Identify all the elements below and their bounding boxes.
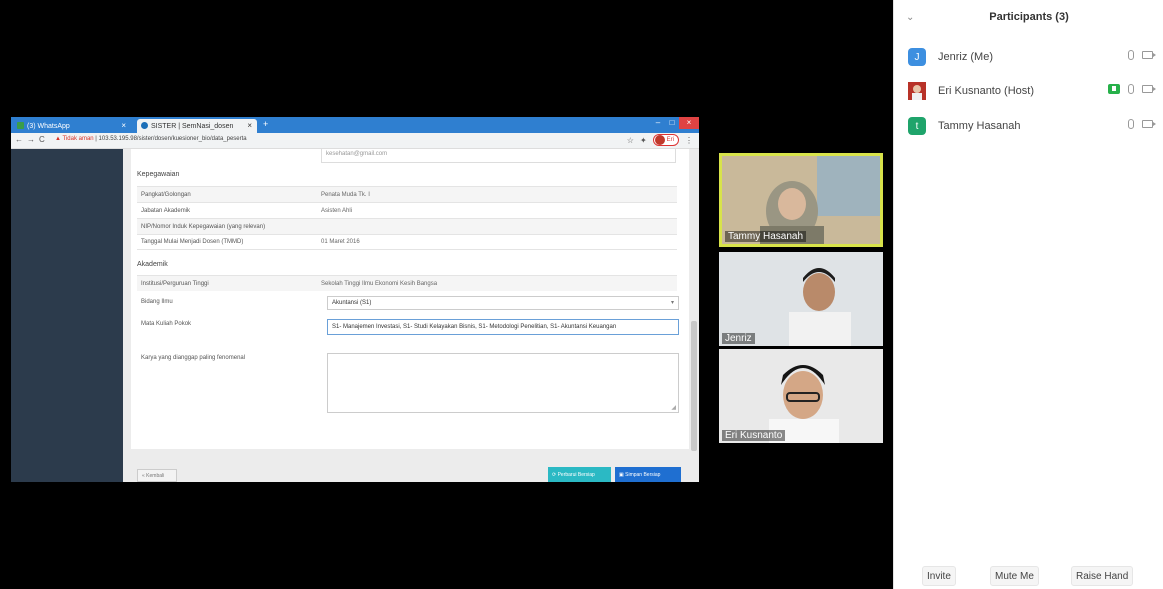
- row-label: NIP/Nomor Induk Kepegawaian (yang releva…: [141, 223, 266, 230]
- url-field[interactable]: ▲ Tidak aman | 103.53.195.98/sister/dose…: [55, 136, 247, 142]
- mata-kuliah-label: Mata Kuliah Pokok: [141, 321, 192, 327]
- participant-name-label: Jenriz: [722, 333, 755, 344]
- form-card: kesehatan@gmail.com Kepegawaian Pangkat/…: [131, 149, 689, 449]
- avatar: t: [908, 117, 926, 135]
- tab-label: SISTER | SemNasi_dosen: [151, 123, 234, 130]
- participant-name: Eri Kusnanto (Host): [938, 85, 1034, 97]
- maximize-icon[interactable]: □: [665, 117, 679, 129]
- karya-textarea[interactable]: ◢: [327, 353, 679, 413]
- participant-row[interactable]: t Tammy Hasanah: [908, 115, 1156, 137]
- video-camera-icon: [1142, 85, 1156, 93]
- window-controls: – □ ×: [651, 117, 699, 129]
- browser-tab-bar: (3) WhatsApp × SISTER | SemNasi_dosen × …: [11, 117, 699, 133]
- close-window-icon[interactable]: ×: [679, 117, 699, 129]
- mute-me-button[interactable]: Mute Me: [990, 566, 1039, 586]
- security-warning: Tidak aman: [62, 136, 94, 142]
- tab-label: (3) WhatsApp: [27, 123, 70, 130]
- avatar: [654, 135, 665, 145]
- avatar: J: [908, 48, 926, 66]
- sister-favicon-icon: [141, 122, 148, 129]
- page-content: kesehatan@gmail.com Kepegawaian Pangkat/…: [123, 149, 699, 482]
- back-button[interactable]: « Kembali: [137, 469, 177, 482]
- microphone-icon: [1128, 119, 1134, 129]
- avatar-photo: [908, 82, 926, 100]
- participant-status: [1128, 119, 1156, 129]
- avatar: [908, 82, 926, 100]
- video-feed: [719, 349, 883, 443]
- row-label: Tanggal Mulai Menjadi Dosen (TMMD): [141, 239, 244, 245]
- zoom-meeting-window: (3) WhatsApp × SISTER | SemNasi_dosen × …: [0, 0, 1163, 589]
- profile-button[interactable]: Eri: [652, 134, 679, 146]
- scrollbar[interactable]: [691, 321, 697, 451]
- participant-name: Tammy Hasanah: [938, 120, 1021, 132]
- update-label: Perbarui Bersiap: [557, 472, 595, 478]
- participant-name: Jenriz (Me): [938, 51, 994, 63]
- participant-status: [1128, 50, 1156, 60]
- row-value: Sekolah Tinggi Ilmu Ekonomi Kesih Bangsa: [321, 280, 438, 287]
- table-row: Tanggal Mulai Menjadi Dosen (TMMD) 01 Mar…: [137, 234, 677, 250]
- update-button[interactable]: ⟳ Perbarui Bersiap: [548, 467, 611, 482]
- table-row: Institusi/Perguruan Tinggi Sekolah Tinggi…: [137, 275, 677, 291]
- warning-icon: ▲: [55, 136, 63, 142]
- video-tile-eri[interactable]: Eri Kusnanto: [719, 349, 883, 443]
- tab-sister[interactable]: SISTER | SemNasi_dosen ×: [137, 119, 257, 133]
- mata-kuliah-input[interactable]: S1- Manajemen Investasi, S1- Studi Kelay…: [327, 319, 679, 335]
- video-tile-jenriz[interactable]: Jenriz: [719, 252, 883, 346]
- menu-icon[interactable]: ⋮: [685, 136, 693, 145]
- section-akademik: Akademik: [137, 261, 168, 268]
- video-feed: [719, 252, 883, 346]
- close-tab-icon[interactable]: ×: [121, 121, 126, 130]
- participants-panel: ⌄ Participants (3) J Jenriz (Me) Eri Kus…: [893, 0, 1163, 589]
- section-kepegawaian: Kepegawaian: [137, 171, 180, 178]
- email-field[interactable]: kesehatan@gmail.com: [321, 149, 676, 163]
- row-value: Asisten Ahli: [321, 207, 353, 214]
- video-camera-icon: [1142, 51, 1156, 59]
- bidang-ilmu-select[interactable]: Akuntansi (S1) ▾: [327, 296, 679, 310]
- select-value: Akuntansi (S1): [332, 300, 372, 306]
- participant-name-label: Eri Kusnanto: [722, 430, 786, 441]
- resize-grip-icon[interactable]: ◢: [671, 404, 676, 411]
- invite-button[interactable]: Invite: [922, 566, 956, 586]
- microphone-icon: [1128, 84, 1134, 94]
- app-sidebar: [11, 149, 123, 482]
- participant-row[interactable]: J Jenriz (Me): [908, 46, 1156, 68]
- microphone-icon: [1128, 50, 1134, 60]
- table-row: NIP/Nomor Induk Kepegawaian (yang releva…: [137, 218, 677, 234]
- video-camera-icon: [1142, 120, 1156, 128]
- profile-label: Eri: [666, 137, 674, 143]
- video-tile-tammy[interactable]: Tammy Hasanah: [719, 153, 883, 247]
- participant-name-label: Tammy Hasanah: [725, 231, 807, 242]
- toolbar-right: ☆ ✦ Eri ⋮: [627, 134, 693, 146]
- karya-label: Karya yang dianggap paling fenomenal: [141, 355, 246, 361]
- row-label: Jabatan Akademik: [141, 207, 191, 214]
- row-value: Penata Muda Tk. I: [321, 191, 370, 198]
- minimize-icon[interactable]: –: [651, 117, 665, 129]
- save-button[interactable]: ▣ Simpan Bersiap: [615, 467, 681, 482]
- screen-share-icon: [1108, 84, 1120, 94]
- shared-screen-browser: (3) WhatsApp × SISTER | SemNasi_dosen × …: [11, 117, 699, 482]
- bidang-ilmu-label: Bidang Ilmu: [141, 299, 173, 305]
- tab-whatsapp[interactable]: (3) WhatsApp ×: [13, 119, 131, 133]
- extension-icon[interactable]: ✦: [640, 136, 647, 145]
- star-icon[interactable]: ☆: [627, 136, 634, 145]
- row-value: 01 Maret 2016: [321, 239, 360, 245]
- save-label: Simpan Bersiap: [625, 472, 661, 478]
- nav-buttons[interactable]: ←→C: [15, 135, 49, 144]
- url-text: 103.53.195.98/sister/dosen/kuesioner_bio…: [98, 136, 247, 142]
- table-row: Jabatan Akademik Asisten Ahli: [137, 202, 677, 218]
- participant-status: [1108, 84, 1156, 94]
- whatsapp-favicon-icon: [17, 122, 24, 129]
- panel-title: Participants (3): [989, 11, 1069, 23]
- row-label: Pangkat/Golongan: [141, 191, 191, 198]
- address-bar: ←→C ▲ Tidak aman | 103.53.195.98/sister/…: [11, 133, 699, 149]
- participant-row[interactable]: Eri Kusnanto (Host): [908, 80, 1156, 102]
- row-label: Institusi/Perguruan Tinggi: [141, 280, 209, 287]
- new-tab-button[interactable]: +: [263, 119, 268, 129]
- raise-hand-button[interactable]: Raise Hand: [1071, 566, 1134, 586]
- table-row: Pangkat/Golongan Penata Muda Tk. I: [137, 186, 677, 202]
- chevron-down-icon: ▾: [670, 300, 674, 306]
- close-tab-icon[interactable]: ×: [247, 121, 252, 130]
